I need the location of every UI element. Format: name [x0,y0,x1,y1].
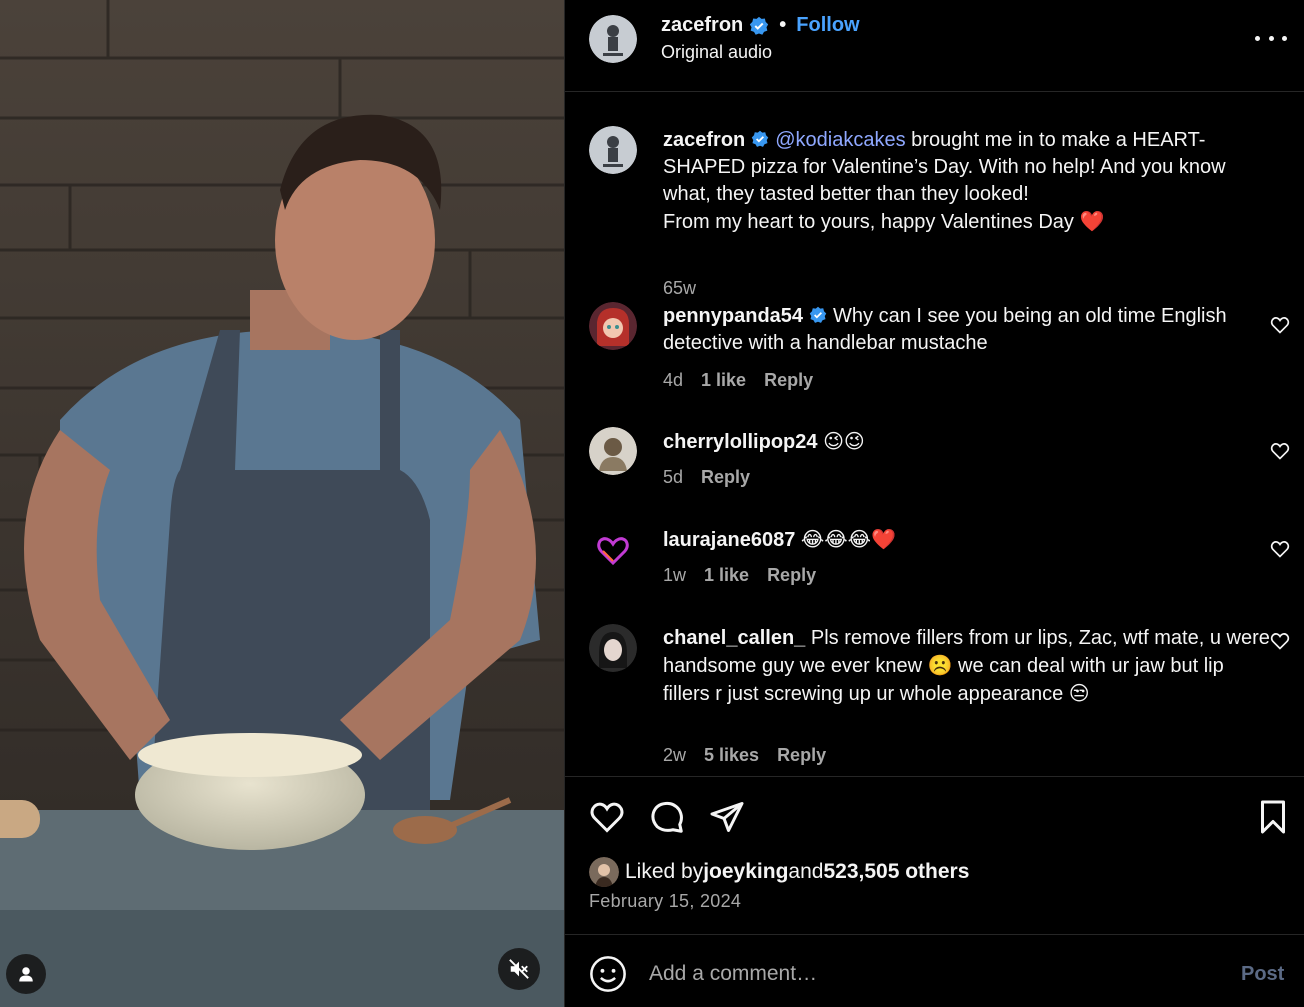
post-date[interactable]: February 15, 2024 [589,891,741,912]
more-dot-icon [1282,35,1287,41]
likes-middle: and [788,860,824,883]
verified-badge-icon [750,16,769,35]
like-comment-heart-icon[interactable] [1270,631,1290,651]
commenter-username[interactable]: pennypanda54 [663,305,803,327]
commenter-username[interactable]: cherrylollipop24 [663,431,818,453]
liker-avatar[interactable] [589,857,619,887]
comment-text: cherrylollipop24 😉😉 [663,428,1273,456]
comment-likes[interactable]: 5 likes [704,745,759,766]
comment-text: chanel_callen_ Pls remove fillers from u… [663,625,1273,708]
post-comment-button[interactable]: Post [1241,963,1284,986]
separator-dot: • [779,14,787,36]
video-frame [0,0,564,1007]
likes-summary[interactable]: Liked by joeyking and 523,505 others [589,857,969,887]
comment-text: laurajane6087 😂😂😂❤️ [663,526,1273,554]
commenter-avatar[interactable] [589,427,637,475]
share-paper-plane-icon[interactable] [709,799,745,835]
like-comment-heart-icon[interactable] [1270,539,1290,559]
speaker-muted-icon [509,959,529,979]
mute-toggle-button[interactable] [498,948,540,990]
commenter-username[interactable]: chanel_callen_ [663,627,805,649]
comment-composer: Post [565,934,1304,1007]
verified-badge-icon [752,130,769,147]
comment-age[interactable]: 5d [663,467,683,488]
tagged-users-button[interactable] [6,954,46,994]
author-avatar[interactable] [589,126,637,174]
reply-button[interactable]: Reply [777,745,826,766]
frown-emoji: ☹️ [927,653,953,677]
comment-likes[interactable]: 1 like [701,370,746,391]
audio-label[interactable]: Original audio [661,42,772,63]
comment-body: 😂😂😂❤️ [800,527,896,551]
comment-meta: 5d Reply [663,467,750,488]
caption-text: zacefron @kodiakcakes brought me in to ma… [663,127,1273,236]
commenter-avatar[interactable] [589,525,637,573]
heart-emoji: ❤️ [1079,209,1105,233]
comment-meta: 4d 1 like Reply [663,370,813,391]
follow-button[interactable]: Follow [796,14,859,37]
post-header: zacefron • Follow Original audio [565,0,1304,92]
more-dot-icon [1255,35,1260,41]
comment-text: pennypanda54 Why can I see you being an o… [663,303,1273,357]
comment-meta: 2w 5 likes Reply [663,745,826,766]
emoji-smiley-icon[interactable] [589,955,627,993]
liker-username[interactable]: joeyking [703,860,788,884]
person-icon [19,967,33,982]
save-bookmark-icon[interactable] [1255,799,1291,835]
comment-age[interactable]: 2w [663,745,686,766]
commenter-avatar[interactable] [589,624,637,672]
like-heart-icon[interactable] [589,799,625,835]
comment-bubble-icon[interactable] [649,799,685,835]
likes-count[interactable]: 523,505 others [823,860,969,884]
author-username[interactable]: zacefron • Follow [661,14,860,37]
comment-age[interactable]: 4d [663,370,683,391]
commenter-avatar[interactable] [589,302,637,350]
commenter-username[interactable]: laurajane6087 [663,529,795,551]
likes-prefix: Liked by [625,860,704,883]
reply-button[interactable]: Reply [764,370,813,391]
verified-badge-icon [809,306,827,323]
like-comment-heart-icon[interactable] [1270,315,1290,335]
more-options-button[interactable] [1255,24,1287,52]
mention-link[interactable]: @kodiakcakes [775,129,905,151]
reply-button[interactable]: Reply [701,467,750,488]
author-username-link[interactable]: zacefron [661,14,743,37]
comment-likes[interactable]: 1 like [704,565,749,586]
caption-username[interactable]: zacefron [663,129,745,151]
like-comment-heart-icon[interactable] [1270,441,1290,461]
reply-button[interactable]: Reply [767,565,816,586]
comment-age[interactable]: 1w [663,565,686,586]
comments-list[interactable]: zacefron @kodiakcakes brought me in to ma… [565,92,1304,776]
caption-line-1: brought me in to make a HEART-SHAPED piz… [663,129,1226,205]
post-details-panel: zacefron • Follow Original audio zacefro… [564,0,1304,1007]
video-player[interactable] [0,0,564,1007]
caption-meta: 65w [663,278,696,299]
comment-body: 😉😉 [823,429,865,453]
caption-age[interactable]: 65w [663,278,696,299]
more-dot-icon [1268,35,1274,41]
comment-input[interactable] [649,957,1209,991]
post-actions: Liked by joeyking and 523,505 others Feb… [565,776,1304,934]
comment-meta: 1w 1 like Reply [663,565,816,586]
author-avatar[interactable] [589,15,637,63]
caption-line-2: From my heart to yours, happy Valentines… [663,211,1080,233]
unamused-emoji: 😒 [1068,681,1090,705]
